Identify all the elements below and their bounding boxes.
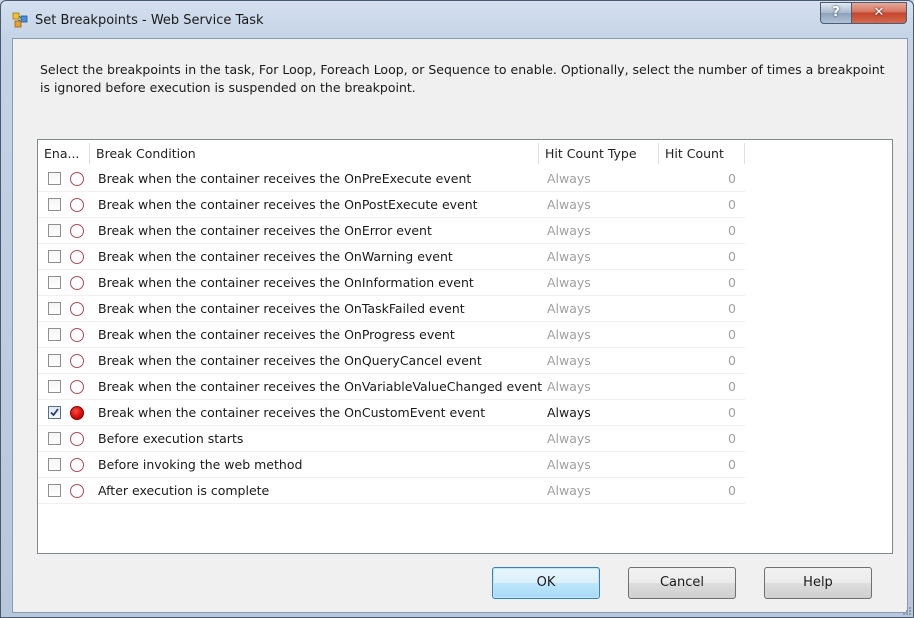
column-header-break-condition[interactable]: Break Condition	[90, 143, 539, 164]
breakpoints-grid: Ena... Break Condition Hit Count Type Hi…	[37, 139, 893, 554]
hit-count-cell[interactable]: 0	[658, 192, 736, 218]
breakpoint-icon	[70, 432, 84, 446]
table-row[interactable]: Break when the container receives the On…	[38, 244, 745, 270]
breakpoint-icon	[70, 406, 84, 420]
table-row[interactable]: Break when the container receives the On…	[38, 296, 745, 322]
checkmark-icon	[50, 408, 59, 417]
hit-count-cell[interactable]: 0	[658, 400, 736, 426]
enabled-checkbox[interactable]	[48, 354, 61, 367]
enabled-checkbox[interactable]	[48, 198, 61, 211]
enabled-checkbox[interactable]	[48, 484, 61, 497]
hit-count-type-cell[interactable]: Always	[547, 270, 591, 296]
breakpoint-icon	[70, 484, 84, 498]
hit-count-cell[interactable]: 0	[658, 426, 736, 452]
hit-count-cell[interactable]: 0	[658, 322, 736, 348]
hit-count-cell[interactable]: 0	[658, 348, 736, 374]
breakpoint-icon	[70, 250, 84, 264]
hit-count-cell[interactable]: 0	[658, 452, 736, 478]
hit-count-type-cell[interactable]: Always	[547, 400, 591, 426]
break-condition-cell: Break when the container receives the On…	[98, 275, 474, 290]
breakpoint-icon	[70, 198, 84, 212]
break-condition-cell: Break when the container receives the On…	[98, 301, 465, 316]
table-row[interactable]: Before execution starts Always 0	[38, 426, 745, 452]
table-row[interactable]: Break when the container receives the On…	[38, 400, 745, 426]
enabled-checkbox[interactable]	[48, 302, 61, 315]
column-header-hit-count[interactable]: Hit Count	[659, 143, 745, 164]
break-condition-cell: Before execution starts	[98, 431, 244, 446]
table-row[interactable]: Break when the container receives the On…	[38, 374, 745, 400]
breakpoint-icon	[70, 224, 84, 238]
enabled-checkbox[interactable]	[48, 276, 61, 289]
enabled-checkbox[interactable]	[48, 172, 61, 185]
breakpoint-icon	[70, 458, 84, 472]
window-title: Set Breakpoints - Web Service Task	[35, 13, 264, 28]
table-row[interactable]: Break when the container receives the On…	[38, 192, 745, 218]
help-button[interactable]: Help	[764, 567, 872, 599]
hit-count-cell[interactable]: 0	[658, 296, 736, 322]
hit-count-type-cell[interactable]: Always	[547, 322, 591, 348]
breakpoint-icon	[70, 354, 84, 368]
close-icon: ✕	[873, 5, 885, 20]
break-condition-cell: Break when the container receives the On…	[98, 405, 486, 420]
breakpoint-icon	[70, 172, 84, 186]
hit-count-type-cell[interactable]: Always	[547, 478, 591, 504]
hit-count-type-cell[interactable]: Always	[547, 348, 591, 374]
enabled-checkbox[interactable]	[48, 250, 61, 263]
break-condition-cell: Before invoking the web method	[98, 457, 303, 472]
hit-count-cell[interactable]: 0	[658, 374, 736, 400]
enabled-checkbox[interactable]	[48, 458, 61, 471]
table-row[interactable]: Break when the container receives the On…	[38, 348, 745, 374]
breakpoint-icon	[70, 276, 84, 290]
hit-count-type-cell[interactable]: Always	[547, 452, 591, 478]
enabled-checkbox[interactable]	[48, 406, 61, 419]
description-text: Select the breakpoints in the task, For …	[40, 62, 885, 95]
table-row[interactable]: Break when the container receives the On…	[38, 322, 745, 348]
hit-count-cell[interactable]: 0	[658, 478, 736, 504]
table-row[interactable]: Before invoking the web method Always 0	[38, 452, 745, 478]
break-condition-cell: Break when the container receives the On…	[98, 249, 453, 264]
hit-count-type-cell[interactable]: Always	[547, 426, 591, 452]
title-help-button[interactable]: ?	[820, 2, 852, 24]
cancel-button[interactable]: Cancel	[628, 567, 736, 599]
enabled-checkbox[interactable]	[48, 224, 61, 237]
table-row[interactable]: Break when the container receives the On…	[38, 270, 745, 296]
dialog-client-area: Select the breakpoints in the task, For …	[12, 38, 908, 613]
column-header-hit-count-type[interactable]: Hit Count Type	[539, 143, 659, 164]
title-close-button[interactable]: ✕	[851, 2, 907, 24]
resize-grip-icon[interactable]	[901, 605, 911, 615]
breakpoint-icon	[70, 380, 84, 394]
hit-count-cell[interactable]: 0	[658, 166, 736, 192]
hit-count-type-cell[interactable]: Always	[547, 244, 591, 270]
table-row[interactable]: After execution is complete Always 0	[38, 478, 745, 504]
breakpoint-icon	[70, 328, 84, 342]
breakpoint-icon	[70, 302, 84, 316]
hit-count-cell[interactable]: 0	[658, 218, 736, 244]
break-condition-cell: Break when the container receives the On…	[98, 379, 543, 394]
enabled-checkbox[interactable]	[48, 328, 61, 341]
hit-count-cell[interactable]: 0	[658, 270, 736, 296]
table-row[interactable]: Break when the container receives the On…	[38, 166, 745, 192]
break-condition-cell: Break when the container receives the On…	[98, 171, 472, 186]
hit-count-cell[interactable]: 0	[658, 244, 736, 270]
question-icon: ?	[832, 5, 840, 20]
break-condition-cell: Break when the container receives the On…	[98, 223, 432, 238]
enabled-checkbox[interactable]	[48, 380, 61, 393]
hit-count-type-cell[interactable]: Always	[547, 374, 591, 400]
ok-button[interactable]: OK	[492, 567, 600, 599]
break-condition-cell: Break when the container receives the On…	[98, 353, 482, 368]
title-bar[interactable]: Set Breakpoints - Web Service Task ? ✕	[1, 1, 913, 37]
app-icon	[12, 12, 28, 28]
hit-count-type-cell[interactable]: Always	[547, 166, 591, 192]
break-condition-cell: Break when the container receives the On…	[98, 327, 455, 342]
hit-count-type-cell[interactable]: Always	[547, 218, 591, 244]
table-row[interactable]: Break when the container receives the On…	[38, 218, 745, 244]
break-condition-cell: Break when the container receives the On…	[98, 197, 478, 212]
hit-count-type-cell[interactable]: Always	[547, 296, 591, 322]
hit-count-type-cell[interactable]: Always	[547, 192, 591, 218]
break-condition-cell: After execution is complete	[98, 483, 270, 498]
dialog-window: Set Breakpoints - Web Service Task ? ✕ S…	[0, 0, 914, 618]
column-header-enabled[interactable]: Ena...	[38, 143, 90, 164]
enabled-checkbox[interactable]	[48, 432, 61, 445]
